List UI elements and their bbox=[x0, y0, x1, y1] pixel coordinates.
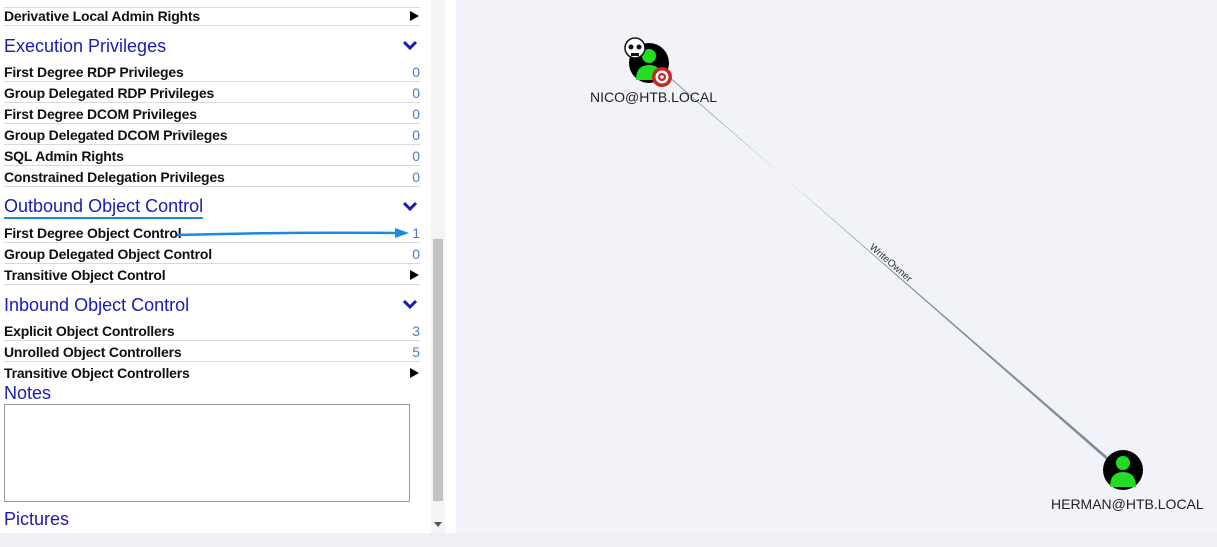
row-first-degree-rdp-privileges[interactable]: First Degree RDP Privileges 0 bbox=[4, 62, 420, 82]
notes-title: Notes bbox=[4, 383, 52, 403]
row-count[interactable]: 0 bbox=[412, 146, 420, 166]
row-count[interactable]: 0 bbox=[412, 62, 420, 82]
row-transitive-object-control[interactable]: Transitive Object Control bbox=[4, 265, 420, 285]
row-transitive-object-controllers[interactable]: Transitive Object Controllers bbox=[4, 363, 420, 383]
row-label: First Degree RDP Privileges bbox=[4, 64, 184, 80]
row-count[interactable]: 1 bbox=[412, 223, 420, 243]
row-group-delegated-object-control[interactable]: Group Delegated Object Control 0 bbox=[4, 244, 420, 264]
row-count[interactable]: 0 bbox=[412, 104, 420, 124]
node-nico[interactable] bbox=[624, 37, 672, 87]
section-title-execution-privileges[interactable]: Execution Privileges bbox=[4, 34, 166, 58]
section-title-inbound-object-control[interactable]: Inbound Object Control bbox=[4, 293, 189, 317]
row-label: Transitive Object Controllers bbox=[4, 365, 190, 381]
row-unrolled-object-controllers[interactable]: Unrolled Object Controllers 5 bbox=[4, 342, 420, 362]
row-group-delegated-rdp-privileges[interactable]: Group Delegated RDP Privileges 0 bbox=[4, 83, 420, 103]
node-label-herman: HERMAN@HTB.LOCAL bbox=[1051, 496, 1204, 512]
expand-arrow-icon[interactable] bbox=[410, 368, 419, 378]
row-label: Group Delegated Object Control bbox=[4, 246, 212, 262]
user-icon bbox=[1116, 456, 1130, 470]
section-title-outbound-object-control[interactable]: Outbound Object Control bbox=[4, 195, 204, 219]
row-label: SQL Admin Rights bbox=[4, 148, 124, 164]
row-explicit-object-controllers[interactable]: Explicit Object Controllers 3 bbox=[4, 321, 420, 341]
expand-arrow-icon[interactable] bbox=[410, 270, 419, 280]
row-label: Constrained Delegation Privileges bbox=[4, 169, 225, 185]
row-first-degree-dcom-privileges[interactable]: First Degree DCOM Privileges 0 bbox=[4, 104, 420, 124]
scroll-down-arrow-icon[interactable] bbox=[434, 522, 442, 527]
row-label: Group Delegated DCOM Privileges bbox=[4, 127, 228, 143]
target-icon bbox=[652, 67, 672, 87]
chevron-down-icon[interactable] bbox=[401, 200, 419, 214]
row-label: Transitive Object Control bbox=[4, 267, 166, 283]
row-sql-admin-rights[interactable]: SQL Admin Rights 0 bbox=[4, 146, 420, 166]
node-info-panel: Derivative Local Admin Rights Execution … bbox=[0, 0, 446, 533]
skull-icon bbox=[624, 37, 646, 59]
row-label: Explicit Object Controllers bbox=[4, 323, 175, 339]
row-count[interactable]: 3 bbox=[412, 321, 420, 341]
row-label: Group Delegated RDP Privileges bbox=[4, 85, 215, 101]
row-label: Unrolled Object Controllers bbox=[4, 344, 182, 360]
node-herman[interactable] bbox=[1103, 450, 1143, 490]
chevron-down-icon[interactable] bbox=[401, 39, 419, 53]
node-label-nico: NICO@HTB.LOCAL bbox=[590, 89, 718, 105]
scrollbar-thumb[interactable] bbox=[433, 239, 443, 501]
row-constrained-delegation-privileges[interactable]: Constrained Delegation Privileges 0 bbox=[4, 167, 420, 187]
pictures-title: Pictures bbox=[4, 509, 70, 529]
highlight-arrow-annotation bbox=[176, 228, 409, 238]
chevron-down-icon[interactable] bbox=[401, 298, 419, 312]
expand-arrow-icon[interactable] bbox=[410, 11, 419, 21]
row-label: First Degree Object Control bbox=[4, 225, 182, 241]
graph-canvas[interactable]: WriteOwner NICO@HTB.LOCAL HERMAN@HTB.LOC… bbox=[456, 0, 1217, 533]
notes-textarea[interactable] bbox=[4, 404, 410, 502]
row-derivative-local-admin-rights[interactable]: Derivative Local Admin Rights bbox=[4, 6, 420, 26]
row-count[interactable]: 0 bbox=[412, 167, 420, 187]
row-count[interactable]: 0 bbox=[412, 83, 420, 103]
row-label: First Degree DCOM Privileges bbox=[4, 106, 197, 122]
row-group-delegated-dcom-privileges[interactable]: Group Delegated DCOM Privileges 0 bbox=[4, 125, 420, 145]
graph-svg: WriteOwner bbox=[624, 37, 1143, 490]
row-label: Derivative Local Admin Rights bbox=[4, 8, 200, 24]
row-count[interactable]: 0 bbox=[412, 125, 420, 145]
bottom-strip bbox=[0, 533, 1217, 547]
row-count[interactable]: 0 bbox=[412, 244, 420, 264]
row-count[interactable]: 5 bbox=[412, 342, 420, 362]
edge-label-writeowner: WriteOwner bbox=[867, 242, 914, 285]
